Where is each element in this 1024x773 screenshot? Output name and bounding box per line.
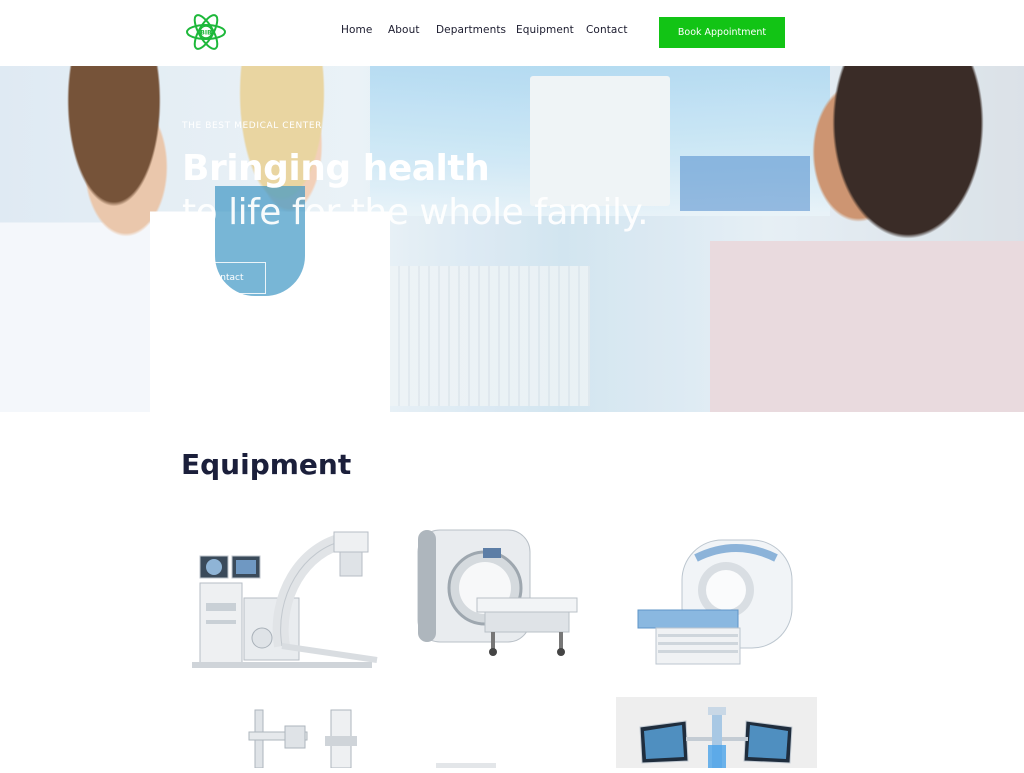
c-arm-xray-icon[interactable] — [182, 528, 382, 673]
equipment-section-title: Equipment — [181, 448, 352, 481]
site-header: BIB Home About Departments Equipment Con… — [0, 0, 1024, 66]
hero-overlay — [0, 66, 1024, 412]
nav-contact[interactable]: Contact — [586, 24, 628, 36]
nav-departments[interactable]: Departments — [436, 24, 506, 36]
mri-scanner-icon[interactable] — [415, 528, 580, 660]
hero-eyebrow: THE BEST MEDICAL CENTER — [182, 121, 323, 131]
digital-radiography-icon[interactable] — [245, 708, 375, 769]
ultrasound-icon[interactable] — [430, 755, 510, 768]
nav-equipment[interactable]: Equipment — [516, 24, 574, 36]
book-appointment-button[interactable]: Book Appointment — [659, 17, 785, 48]
nav-home[interactable]: Home — [341, 24, 372, 36]
nav-about[interactable]: About — [388, 24, 420, 36]
main-nav: Home About Departments Equipment Contact — [0, 24, 1024, 44]
xray-monitors-icon[interactable] — [616, 697, 817, 768]
hero-contact-button[interactable]: Contact — [186, 262, 266, 294]
ct-scanner-icon[interactable] — [636, 538, 796, 670]
hero-title-bold: Bringing health — [182, 148, 490, 189]
hero-banner: THE BEST MEDICAL CENTER Bringing health … — [0, 66, 1024, 412]
hero-title-light: to life for the whole family. — [182, 192, 649, 233]
